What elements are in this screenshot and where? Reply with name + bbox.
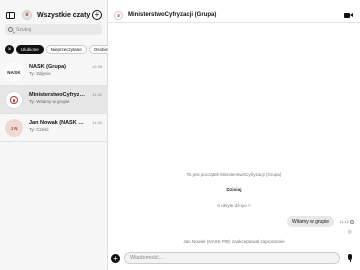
clear-filter-icon[interactable]: ×: [5, 45, 14, 54]
delivered-icon: [350, 219, 354, 224]
filter-favorites[interactable]: Ulubione: [16, 45, 44, 54]
conversation-start-notice: To jest początek MinisterstwoCyfryzacji …: [186, 172, 282, 177]
message-meta: 11:42: [339, 219, 354, 224]
filter-personal[interactable]: Osobiste: [88, 45, 108, 54]
sidebar-header: ♛ Wszystkie czaty +: [0, 8, 108, 24]
emblem-icon: ♛: [10, 96, 18, 104]
chat-preview: Ty: Cześć: [29, 127, 49, 132]
chat-preview: Ty: Witamy w grupie: [29, 99, 70, 104]
filter-chips: × Ulubione Nieprzeczytane Osobiste: [5, 44, 108, 55]
chat-time: 12:28: [91, 64, 102, 69]
search-box[interactable]: [5, 24, 102, 35]
sidebar: ♛ Wszystkie czaty + × Ulubione Nieprzecz…: [0, 0, 108, 270]
filter-unread[interactable]: Nieprzeczytane: [45, 45, 87, 54]
message-input[interactable]: [124, 252, 340, 264]
avatar: J N: [5, 119, 23, 137]
sidebar-title: Wszystkie czaty: [37, 12, 91, 19]
conversation-title[interactable]: MinisterstwoCyfryzacji (Grupa): [128, 12, 216, 18]
conversation-pane: ♛ MinisterstwoCyfryzacji (Grupa) To jest…: [108, 0, 360, 270]
chat-name: MinisterstwoCyfryzacji (Grupa): [29, 92, 85, 98]
search-input[interactable]: [16, 26, 96, 33]
chat-name: Jan Nowak (NASK PIB): [29, 120, 85, 126]
day-separator: Dzisiaj: [226, 188, 242, 193]
message-time: 11:42: [339, 219, 349, 224]
group-avatar[interactable]: ♛: [114, 11, 123, 20]
chat-time: 11:42: [92, 120, 102, 125]
chat-item-nask[interactable]: NASK NASK (Grupa) 12:28 Ty: Zdjęcie: [0, 58, 108, 86]
avatar: ♛: [5, 91, 23, 109]
hidden-messages-link[interactable]: 6 ukryte dżoyu >: [108, 203, 360, 208]
search-icon: [8, 27, 13, 32]
chat-item-ministerstwo[interactable]: ♛ MinisterstwoCyfryzacji (Grupa) 11:42 T…: [0, 86, 108, 114]
avatar: NASK: [5, 63, 23, 81]
conversation-header[interactable]: ♛ MinisterstwoCyfryzacji (Grupa): [108, 8, 360, 23]
chat-item-jan-nowak[interactable]: J N Jan Nowak (NASK PIB) 11:42 Ty: Cześć: [0, 114, 108, 142]
message-bubble[interactable]: Witamy w grupie: [287, 216, 334, 227]
profile-avatar[interactable]: ♛: [22, 10, 32, 20]
video-call-icon[interactable]: [344, 12, 354, 19]
sidebar-toggle-icon[interactable]: [6, 12, 15, 19]
new-chat-button[interactable]: +: [92, 10, 102, 20]
chat-time: 11:42: [92, 92, 102, 97]
read-receipt-icon: ◎: [347, 229, 352, 235]
composer: +: [108, 250, 360, 270]
chat-preview: Ty: Zdjęcie: [29, 71, 51, 76]
add-attachment-button[interactable]: +: [111, 254, 120, 263]
invite-accepted-notice: Jan Nowak (NASK PIB) zaakceptował zapros…: [183, 239, 285, 244]
chat-name: NASK (Grupa): [29, 64, 66, 70]
microphone-icon[interactable]: [346, 254, 354, 263]
chat-list: NASK NASK (Grupa) 12:28 Ty: Zdjęcie ♛ Mi…: [0, 58, 108, 142]
